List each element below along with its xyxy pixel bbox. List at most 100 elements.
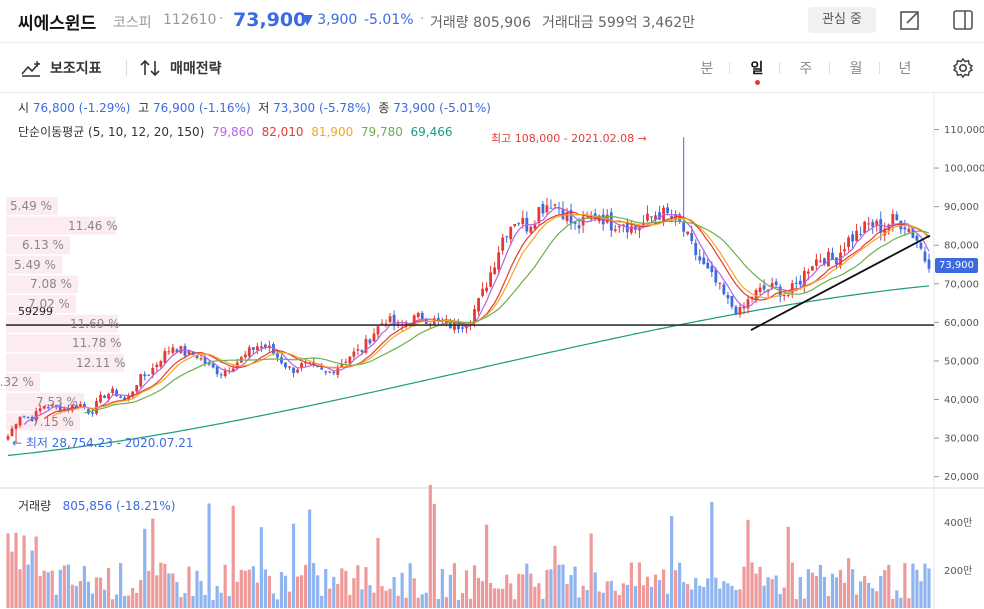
volume-bar — [38, 576, 42, 608]
volume-bar — [533, 586, 537, 608]
volume-bar — [822, 576, 827, 608]
volume-bar — [94, 577, 99, 608]
period-year[interactable]: 년 — [890, 58, 920, 78]
watchlist-button[interactable]: 관심 중 — [808, 7, 876, 33]
volume-bar — [593, 572, 597, 608]
volume-bar — [665, 593, 670, 608]
volume-bar — [826, 595, 831, 608]
candle-body — [416, 312, 420, 318]
volume-bar — [569, 575, 573, 608]
candle-body — [14, 424, 18, 429]
ma150-line — [7, 285, 930, 456]
stock-header: 씨에스윈드 코스피 112610 · 73,900 ▼ 3,900 -5.01%… — [0, 0, 984, 43]
volume-bar — [674, 570, 678, 608]
candle-body — [485, 287, 488, 292]
volume-bar — [404, 597, 408, 608]
candle-body — [78, 404, 82, 407]
volume-bar — [887, 564, 891, 608]
volume-bar — [344, 570, 348, 608]
volume-bar — [899, 597, 903, 608]
volume-bar — [90, 593, 95, 608]
volume-bar — [597, 591, 601, 608]
volume-bar — [762, 585, 766, 608]
indicator-button[interactable]: 보조지표 — [50, 58, 102, 78]
volume-bar — [440, 568, 444, 608]
volume-bar — [167, 573, 171, 608]
candle-body — [726, 295, 730, 299]
volume-bar — [706, 578, 710, 608]
volume-bar — [617, 594, 621, 608]
volume-bar — [456, 599, 461, 608]
volume-bar — [810, 572, 814, 608]
candle-body — [549, 207, 553, 209]
volume-bar — [746, 519, 750, 608]
candle-body — [284, 362, 287, 368]
layout-panel-icon[interactable] — [950, 7, 976, 33]
candle-body — [505, 236, 509, 238]
volume-profile-label: 7.53 % — [36, 395, 78, 409]
period-day[interactable]: 일 — [742, 58, 772, 78]
candle-body — [666, 207, 669, 214]
volume-bar — [139, 579, 143, 608]
volume-bar — [875, 591, 879, 608]
volume-bar — [420, 594, 424, 608]
candle-body — [698, 256, 702, 261]
volume-bar — [834, 577, 839, 608]
candle-body — [529, 226, 533, 233]
volume-bar — [553, 545, 557, 608]
candle-body — [758, 287, 762, 293]
volume-bar — [42, 570, 46, 608]
strategy-button[interactable]: 매매전략 — [170, 58, 222, 78]
candle-body — [895, 214, 899, 221]
indicator-icon[interactable] — [18, 55, 44, 81]
volume-bar — [364, 567, 368, 608]
volume-bar — [231, 505, 235, 608]
candle-body — [332, 371, 336, 374]
candle-body — [927, 259, 931, 269]
volume-bar — [368, 585, 372, 608]
volume-bar — [70, 584, 74, 608]
volume-bar — [605, 581, 609, 608]
candle-body — [280, 357, 283, 364]
period-month[interactable]: 월 — [841, 58, 871, 78]
settings-gear-icon[interactable] — [950, 55, 976, 81]
edit-icon[interactable] — [897, 7, 923, 33]
volume-bar — [661, 569, 666, 608]
volume-profile-label: 7.08 % — [30, 277, 72, 292]
volume-bar — [320, 595, 324, 608]
volume-bar — [14, 532, 18, 608]
candle-body — [163, 351, 167, 364]
y-tick-label: 80,000 — [944, 241, 979, 252]
volume-bar — [645, 576, 650, 608]
volume-bar — [110, 599, 115, 608]
period-minute[interactable]: 분 — [692, 58, 722, 78]
candle-body — [814, 259, 818, 266]
market-label: 코스피 — [113, 15, 152, 31]
trade-amount: 거래대금 599억 3,462만 — [542, 15, 695, 31]
candle-body — [843, 249, 846, 252]
current-price-tag: 73,900 — [935, 258, 978, 273]
stock-code: 112610 — [163, 12, 217, 28]
volume-bar — [786, 526, 790, 608]
volume-bar — [251, 566, 255, 608]
volume-bar — [883, 570, 887, 608]
volume-bar — [227, 596, 231, 608]
volume-bar — [316, 575, 320, 608]
ma150-line — [7, 285, 930, 456]
volume-bar — [50, 570, 54, 608]
candle-body — [22, 415, 26, 417]
candle-body — [521, 218, 525, 225]
volume-bar — [239, 569, 243, 608]
volume-bar — [480, 581, 485, 608]
y-tick-label: 20,000 — [944, 472, 979, 483]
volume-bar — [203, 594, 207, 608]
price-chart[interactable]: 110,000 100,000 90,000 80,000 70,000 60,000 50… — [0, 92, 984, 609]
trade-strategy-icon[interactable] — [138, 55, 164, 81]
volume-bar — [123, 595, 127, 608]
volume-bar — [255, 582, 259, 608]
volume-bar — [818, 564, 823, 608]
period-week[interactable]: 주 — [791, 58, 821, 78]
volume-bar — [489, 582, 493, 608]
volume-bar — [561, 564, 565, 608]
volume-bar — [58, 569, 62, 608]
